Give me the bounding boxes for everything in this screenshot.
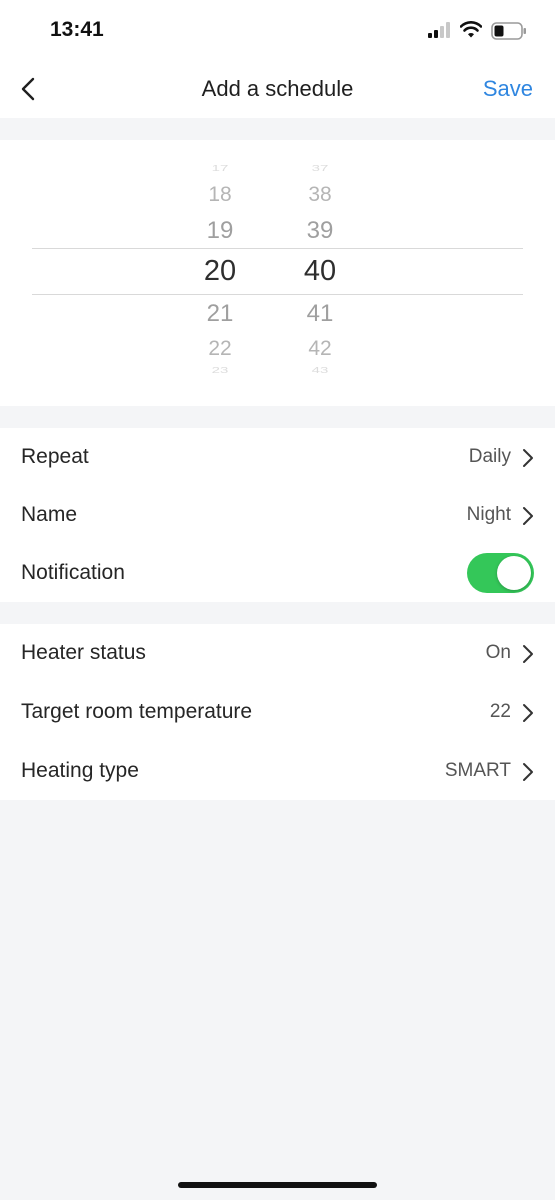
name-value: Night <box>466 504 511 525</box>
time-picker[interactable]: 17 18 19 20 21 22 23 37 38 39 40 41 42 4… <box>0 140 555 406</box>
name-row[interactable]: Name Night <box>0 486 555 544</box>
hour-wheel[interactable]: 17 18 19 20 21 22 23 <box>180 140 260 406</box>
selected-hour[interactable]: 20 <box>180 255 260 288</box>
picker-bottom-divider <box>32 294 523 295</box>
minute-option[interactable]: 39 <box>280 217 360 245</box>
status-bar: 13:41 <box>0 0 555 60</box>
chevron-right-icon <box>523 704 533 722</box>
target-temp-row[interactable]: Target room temperature 22 <box>0 683 555 741</box>
wifi-icon <box>460 21 482 38</box>
heating-type-value: SMART <box>444 760 511 781</box>
status-time: 13:41 <box>50 18 104 41</box>
heater-settings: Heater status On Target room temperature… <box>0 624 555 800</box>
chevron-right-icon <box>523 449 533 467</box>
heater-status-row[interactable]: Heater status On <box>0 624 555 682</box>
notification-row: Notification <box>0 544 555 602</box>
heater-status-label: Heater status <box>21 641 146 664</box>
repeat-row[interactable]: Repeat Daily <box>0 428 555 486</box>
hour-option[interactable]: 17 <box>180 164 260 173</box>
page-title: Add a schedule <box>201 76 354 101</box>
schedule-settings: Repeat Daily Name Night Notification <box>0 428 555 602</box>
toggle-knob <box>497 556 531 590</box>
heating-type-label: Heating type <box>21 759 139 782</box>
chevron-right-icon <box>523 763 533 781</box>
target-temp-label: Target room temperature <box>21 700 253 723</box>
hour-option[interactable]: 23 <box>180 366 260 375</box>
minute-option[interactable]: 42 <box>280 337 360 361</box>
selected-minute[interactable]: 40 <box>280 255 360 288</box>
notification-label: Notification <box>21 561 125 584</box>
battery-icon <box>491 22 526 40</box>
home-indicator <box>178 1182 377 1188</box>
name-label: Name <box>21 503 78 526</box>
heating-type-row[interactable]: Heating type SMART <box>0 742 555 800</box>
hour-option[interactable]: 18 <box>180 183 260 207</box>
save-button[interactable]: Save <box>483 76 533 102</box>
signal-icon <box>428 22 450 38</box>
chevron-right-icon <box>523 645 533 663</box>
nav-bar: Add a schedule Save <box>0 60 555 118</box>
hour-option[interactable]: 19 <box>180 217 260 245</box>
repeat-value: Daily <box>468 446 511 467</box>
target-temp-value: 22 <box>489 701 511 722</box>
minute-wheel[interactable]: 37 38 39 40 41 42 43 <box>280 140 360 406</box>
chevron-right-icon <box>523 507 533 525</box>
heater-status-value: On <box>485 642 511 663</box>
minute-option[interactable]: 43 <box>280 366 360 375</box>
picker-top-divider <box>32 248 523 249</box>
hour-option[interactable]: 21 <box>180 300 260 328</box>
minute-option[interactable]: 38 <box>280 183 360 207</box>
minute-option[interactable]: 37 <box>280 164 360 173</box>
hour-option[interactable]: 22 <box>180 337 260 361</box>
notification-toggle[interactable] <box>467 553 534 593</box>
minute-option[interactable]: 41 <box>280 300 360 328</box>
repeat-label: Repeat <box>21 445 89 468</box>
